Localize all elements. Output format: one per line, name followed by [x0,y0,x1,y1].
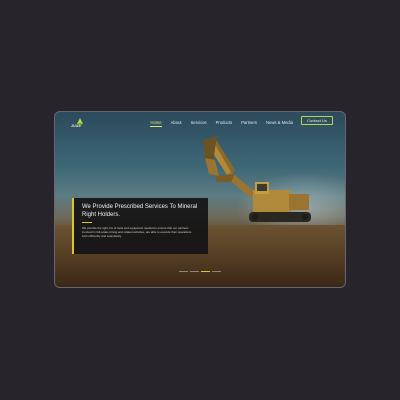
slider-dot[interactable] [179,271,188,272]
logo-text: JUAL [71,124,81,128]
nav-item-partners[interactable]: Partners [241,120,257,127]
nav-item-home[interactable]: Home [150,120,162,127]
hero-description: We provide the right mix of tools and eq… [82,226,192,238]
slider-dot[interactable] [190,271,199,272]
hero-card: We Provide Prescribed Services To Minera… [72,198,208,254]
website-preview-frame: JUAL Home About Services Products Partne… [54,111,346,288]
hero-divider [82,222,92,223]
slider-dot[interactable] [201,271,210,272]
navbar: JUAL Home About Services Products Partne… [55,112,345,132]
contact-us-button[interactable]: Contact Us [301,116,333,125]
hero-title: We Provide Prescribed Services To Minera… [82,204,198,218]
slider-dot[interactable] [212,271,221,272]
slider-indicators [179,271,221,272]
nav-item-news-media[interactable]: News & Media [266,120,293,127]
excavator-image [203,136,311,222]
nav-item-products[interactable]: Products [216,120,233,127]
main-nav: Home About Services Products Partners Ne… [150,120,293,127]
nav-item-about[interactable]: About [171,120,182,127]
nav-item-services[interactable]: Services [191,120,207,127]
